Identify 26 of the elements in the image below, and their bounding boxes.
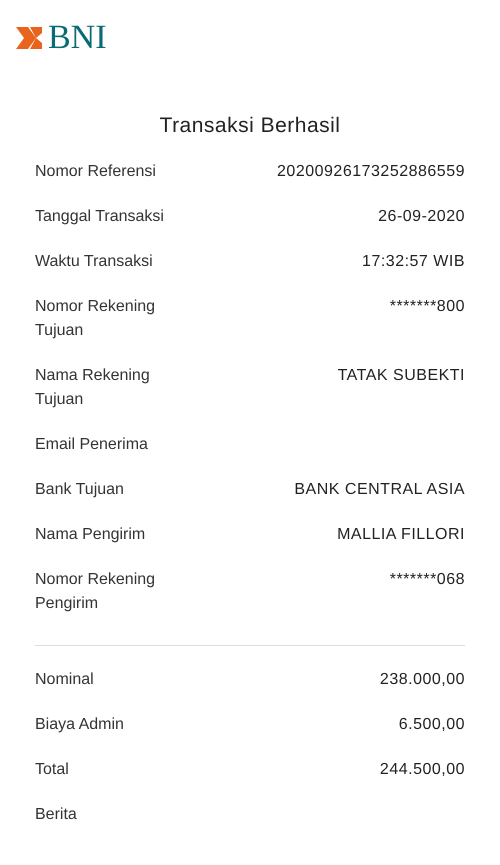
- field-value: TATAK SUBEKTI: [338, 366, 465, 386]
- field-label: Nominal: [35, 670, 95, 690]
- logo-text: BNI: [48, 20, 107, 56]
- field-label: Bank Tujuan: [35, 480, 125, 500]
- field-label: Berita: [35, 804, 78, 824]
- field-value: 17:32:57 WIB: [362, 252, 465, 272]
- field-label: Tanggal Transaksi: [35, 206, 165, 226]
- field-label: Nama Rekening Tujuan: [35, 366, 151, 410]
- field-value: 6.500,00: [398, 714, 465, 734]
- field-value: MALLIA FILLORI: [337, 524, 465, 544]
- field-value: 26-09-2020: [378, 206, 465, 226]
- field-value: BANK CENTRAL ASIA: [294, 480, 465, 500]
- field-label: Nomor Rekening Tujuan: [35, 296, 156, 340]
- field-label: Email Penerima: [35, 434, 149, 454]
- field-value: *******068: [390, 570, 465, 590]
- field-label: Biaya Admin: [35, 714, 125, 734]
- field-value: 244.500,00: [380, 760, 465, 780]
- field-label: Waktu Transaksi: [35, 252, 154, 272]
- field-value: 238.000,00: [380, 670, 465, 690]
- page-title: Transaksi Berhasil: [160, 113, 340, 139]
- field-label: Total: [35, 760, 70, 780]
- field-label: Nomor Rekening Pengirim: [35, 570, 156, 614]
- field-value: *******800: [390, 296, 465, 316]
- field-value: 20200926173252886559: [277, 162, 465, 182]
- field-label: Nama Pengirim: [35, 524, 146, 544]
- field-label: Nomor Referensi: [35, 162, 157, 182]
